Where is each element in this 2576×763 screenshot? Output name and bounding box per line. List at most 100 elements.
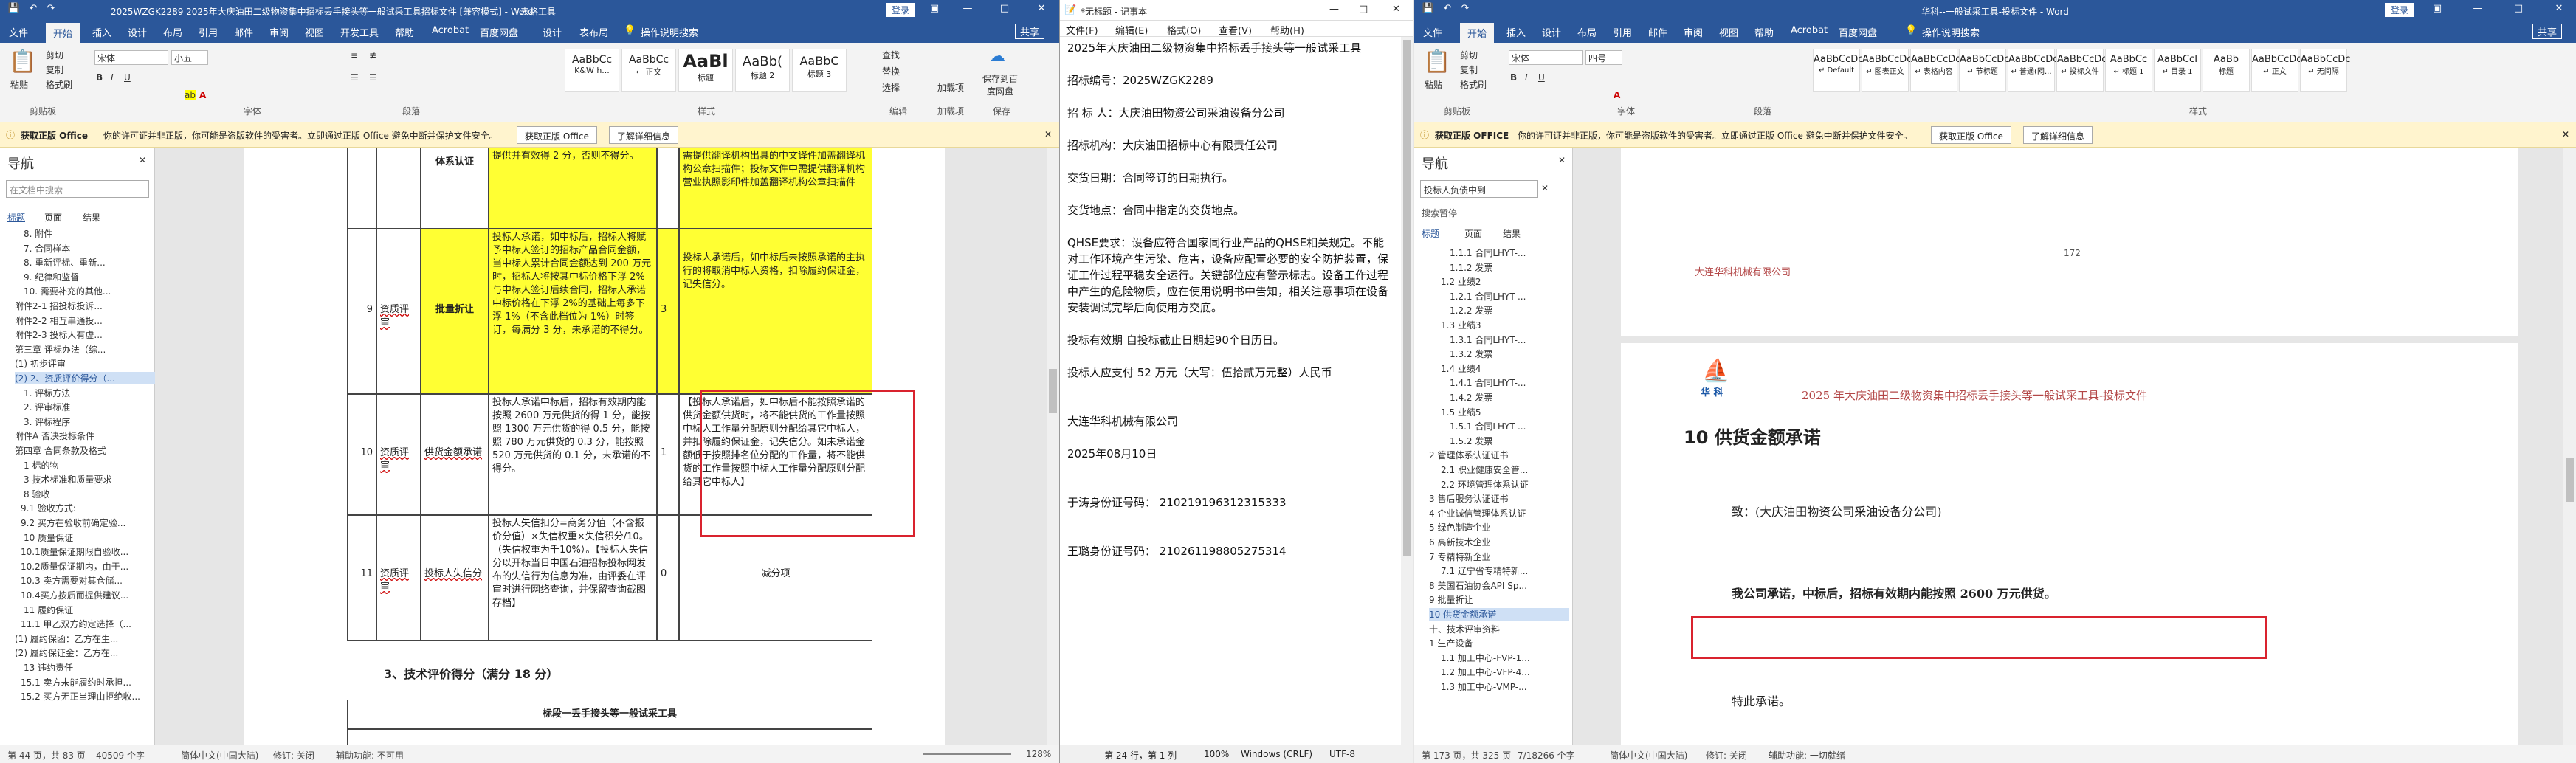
nav-tab-headings[interactable]: 标题 xyxy=(1422,227,1439,240)
tab-table-layout[interactable]: 表布局 xyxy=(579,25,608,39)
get-office-button[interactable]: 获取正版 Office xyxy=(1931,126,2011,144)
nav-tab-results[interactable]: 结果 xyxy=(1503,227,1521,240)
infobar-close-icon[interactable]: ✕ xyxy=(1044,129,1052,139)
nav-search-input[interactable]: 投标人负债中到 xyxy=(1420,180,1538,198)
nav-heading-item[interactable]: 9.2 买方在验收前确定验... xyxy=(21,517,161,529)
menu-help[interactable]: 帮助(H) xyxy=(1270,23,1304,37)
learn-more-button[interactable]: 了解详细信息 xyxy=(2023,126,2093,144)
save-baidu-button[interactable]: 保存到百度网盘 xyxy=(982,72,1019,97)
nav-close-icon[interactable]: ✕ xyxy=(139,155,146,165)
nav-heading-item[interactable]: 10 质量保证 xyxy=(24,531,164,544)
font-size-select[interactable]: 四号 xyxy=(1585,50,1622,65)
nav-heading-item[interactable]: 第四章 合同条款及格式 xyxy=(15,444,155,457)
notepad-text-area[interactable]: 2025年大庆油田二级物资集中招标丢手接头等一般试采工具 招标编号：2025WZG… xyxy=(1060,37,1401,745)
find-button[interactable]: 查找 xyxy=(882,49,900,61)
menu-file[interactable]: 文件(F) xyxy=(1066,23,1098,37)
tab-mailings[interactable]: 邮件 xyxy=(1648,25,1667,39)
font-name-select[interactable]: 宋体 xyxy=(94,50,168,65)
nav-heading-item[interactable]: 1.3 加工中心-VMP-... xyxy=(1441,680,1581,693)
maximize-icon[interactable]: □ xyxy=(2510,3,2527,14)
tab-insert[interactable]: 插入 xyxy=(92,25,111,39)
nav-heading-item[interactable]: 5 绿色制造企业 xyxy=(1429,521,1569,534)
nav-heading-item[interactable]: 11 履约保证 xyxy=(24,604,164,616)
tab-references[interactable]: 引用 xyxy=(199,25,218,39)
nav-heading-item[interactable]: 2. 评审标准 xyxy=(24,401,164,413)
replace-button[interactable]: 替换 xyxy=(882,65,900,77)
tab-review[interactable]: 审阅 xyxy=(269,25,289,39)
nav-heading-item[interactable]: 15.2 买方无正当理由拒绝收... xyxy=(21,690,161,702)
nav-heading-item[interactable]: (1) 履约保函：乙方在生... xyxy=(15,632,155,645)
nav-heading-item[interactable]: 1.4.2 发票 xyxy=(1450,391,1590,404)
tab-view[interactable]: 视图 xyxy=(1719,25,1738,39)
nav-search-input[interactable]: 在文档中搜索 xyxy=(6,180,149,198)
nav-heading-item[interactable]: 3 售后服务认证证书 xyxy=(1429,492,1569,505)
cloud-icon[interactable]: ☁ xyxy=(989,47,1005,66)
status-track[interactable]: 修订: 关闭 xyxy=(1706,749,1747,762)
status-access[interactable]: 辅助功能: 不可用 xyxy=(336,749,404,762)
bullets-button[interactable]: ≡ xyxy=(351,50,358,61)
tab-baidu[interactable]: 百度网盘 xyxy=(1839,25,1877,39)
numbering-button[interactable]: ≢ xyxy=(369,50,376,61)
style-kw[interactable]: AaBbCc K&W h... xyxy=(565,49,619,92)
nav-tab-pages[interactable]: 页面 xyxy=(44,211,62,224)
nav-heading-item[interactable]: 1.3 业绩3 xyxy=(1441,319,1581,331)
learn-more-button[interactable]: 了解详细信息 xyxy=(609,126,679,144)
nav-heading-item[interactable]: 1.1.1 合同LHYT-... xyxy=(1450,246,1590,259)
nav-heading-item[interactable]: 7 专精特新企业 xyxy=(1429,550,1569,563)
style-option[interactable]: AaBbCcDc ↵ 图表正文 xyxy=(1862,49,1912,92)
menu-view[interactable]: 查看(V) xyxy=(1219,23,1252,37)
title-bar[interactable]: 💾 ↶ ↷ 华科--一般试采工具-投标文件 - Word 登录 ▣ — □ ✕ xyxy=(1414,0,2576,21)
tab-home[interactable]: 开始 xyxy=(1460,23,1495,43)
minimize-icon[interactable]: — xyxy=(2470,3,2486,14)
nav-heading-item[interactable]: 1.1 加工中心-FVP-1... xyxy=(1441,652,1581,664)
nav-heading-item[interactable]: 1.2 业绩2 xyxy=(1441,275,1581,288)
infobar-close-icon[interactable]: ✕ xyxy=(2562,129,2569,139)
close-icon[interactable]: ✕ xyxy=(2551,3,2567,14)
nav-heading-item[interactable]: 11.1 甲乙双方约定选择（... xyxy=(21,618,161,630)
nav-heading-item[interactable]: 15.1 卖方未能履约时承担... xyxy=(21,676,161,688)
nav-heading-item[interactable]: 1.5.1 合同LHYT-... xyxy=(1450,420,1590,432)
nav-heading-item[interactable]: 3 技术标准和质量要求 xyxy=(24,473,164,486)
status-words[interactable]: 7/18266 个字 xyxy=(1518,749,1575,762)
style-normal[interactable]: AaBbCc ↵ 正文 xyxy=(621,49,676,92)
search-clear-icon[interactable]: ✕ xyxy=(1541,183,1549,193)
nav-tab-pages[interactable]: 页面 xyxy=(1464,227,1482,240)
zoom-slider[interactable] xyxy=(923,753,1011,755)
tab-references[interactable]: 引用 xyxy=(1613,25,1632,39)
nav-heading-item[interactable]: 10.3 卖方需要对其仓储... xyxy=(21,574,161,587)
nav-heading-item[interactable]: 2 管理体系认证证书 xyxy=(1429,449,1569,461)
cut-button[interactable]: 剪切 xyxy=(46,49,63,61)
tell-me-search[interactable]: 操作说明搜索 xyxy=(1922,25,1980,39)
nav-heading-item[interactable]: 2.2 环境管理体系认证 xyxy=(1441,478,1581,491)
nav-heading-item[interactable]: 1.3.1 合同LHYT-... xyxy=(1450,334,1590,346)
nav-heading-item[interactable]: (1) 初步评审 xyxy=(15,357,155,370)
nav-heading-item[interactable]: 9. 纪律和监督 xyxy=(24,271,164,283)
notepad-title-bar[interactable]: 📝 *无标题 - 记事本 — □ ✕ xyxy=(1060,0,1413,21)
underline-button[interactable]: U xyxy=(1538,72,1545,83)
nav-heading-item[interactable]: 第三章 评标办法（综... xyxy=(15,343,155,356)
style-heading2[interactable]: AaBb(标题 2 xyxy=(735,49,790,92)
get-office-button[interactable]: 获取正版 Office xyxy=(517,126,597,144)
tab-view[interactable]: 视图 xyxy=(305,25,324,39)
nav-heading-item[interactable]: 十、技术评审资料 xyxy=(1429,623,1569,635)
ribbon-display-icon[interactable]: ▣ xyxy=(926,3,943,14)
paste-icon[interactable]: 📋 xyxy=(1423,49,1450,75)
tab-review[interactable]: 审阅 xyxy=(1684,25,1703,39)
nav-heading-item[interactable]: 3. 评标程序 xyxy=(24,415,164,428)
menu-format[interactable]: 格式(O) xyxy=(1167,23,1201,37)
nav-close-icon[interactable]: ✕ xyxy=(1558,155,1566,165)
tab-help[interactable]: 帮助 xyxy=(395,25,414,39)
vertical-scrollbar[interactable] xyxy=(1047,148,1059,745)
nav-heading-item[interactable]: 13 违约责任 xyxy=(24,661,164,674)
nav-heading-item[interactable]: 10. 需要补充的其他... xyxy=(24,285,164,297)
minimize-icon[interactable]: — xyxy=(1329,4,1339,15)
notepad-scrollbar[interactable] xyxy=(1401,37,1413,745)
style-option[interactable]: AaBbCcDc ↵ 节标题 xyxy=(1959,49,2009,92)
nav-heading-item[interactable]: 9 批量折让 xyxy=(1429,593,1569,606)
format-painter-button[interactable]: 格式刷 xyxy=(1460,78,1487,91)
style-option[interactable]: AaBbCcDc ↵ 投标文件 xyxy=(2056,49,2107,92)
copy-button[interactable]: 复制 xyxy=(1460,63,1478,76)
tab-insert[interactable]: 插入 xyxy=(1506,25,1526,39)
undo-icon[interactable]: ↶ xyxy=(25,3,41,14)
nav-heading-item[interactable]: 附件2-2 相互串通投... xyxy=(15,314,155,327)
